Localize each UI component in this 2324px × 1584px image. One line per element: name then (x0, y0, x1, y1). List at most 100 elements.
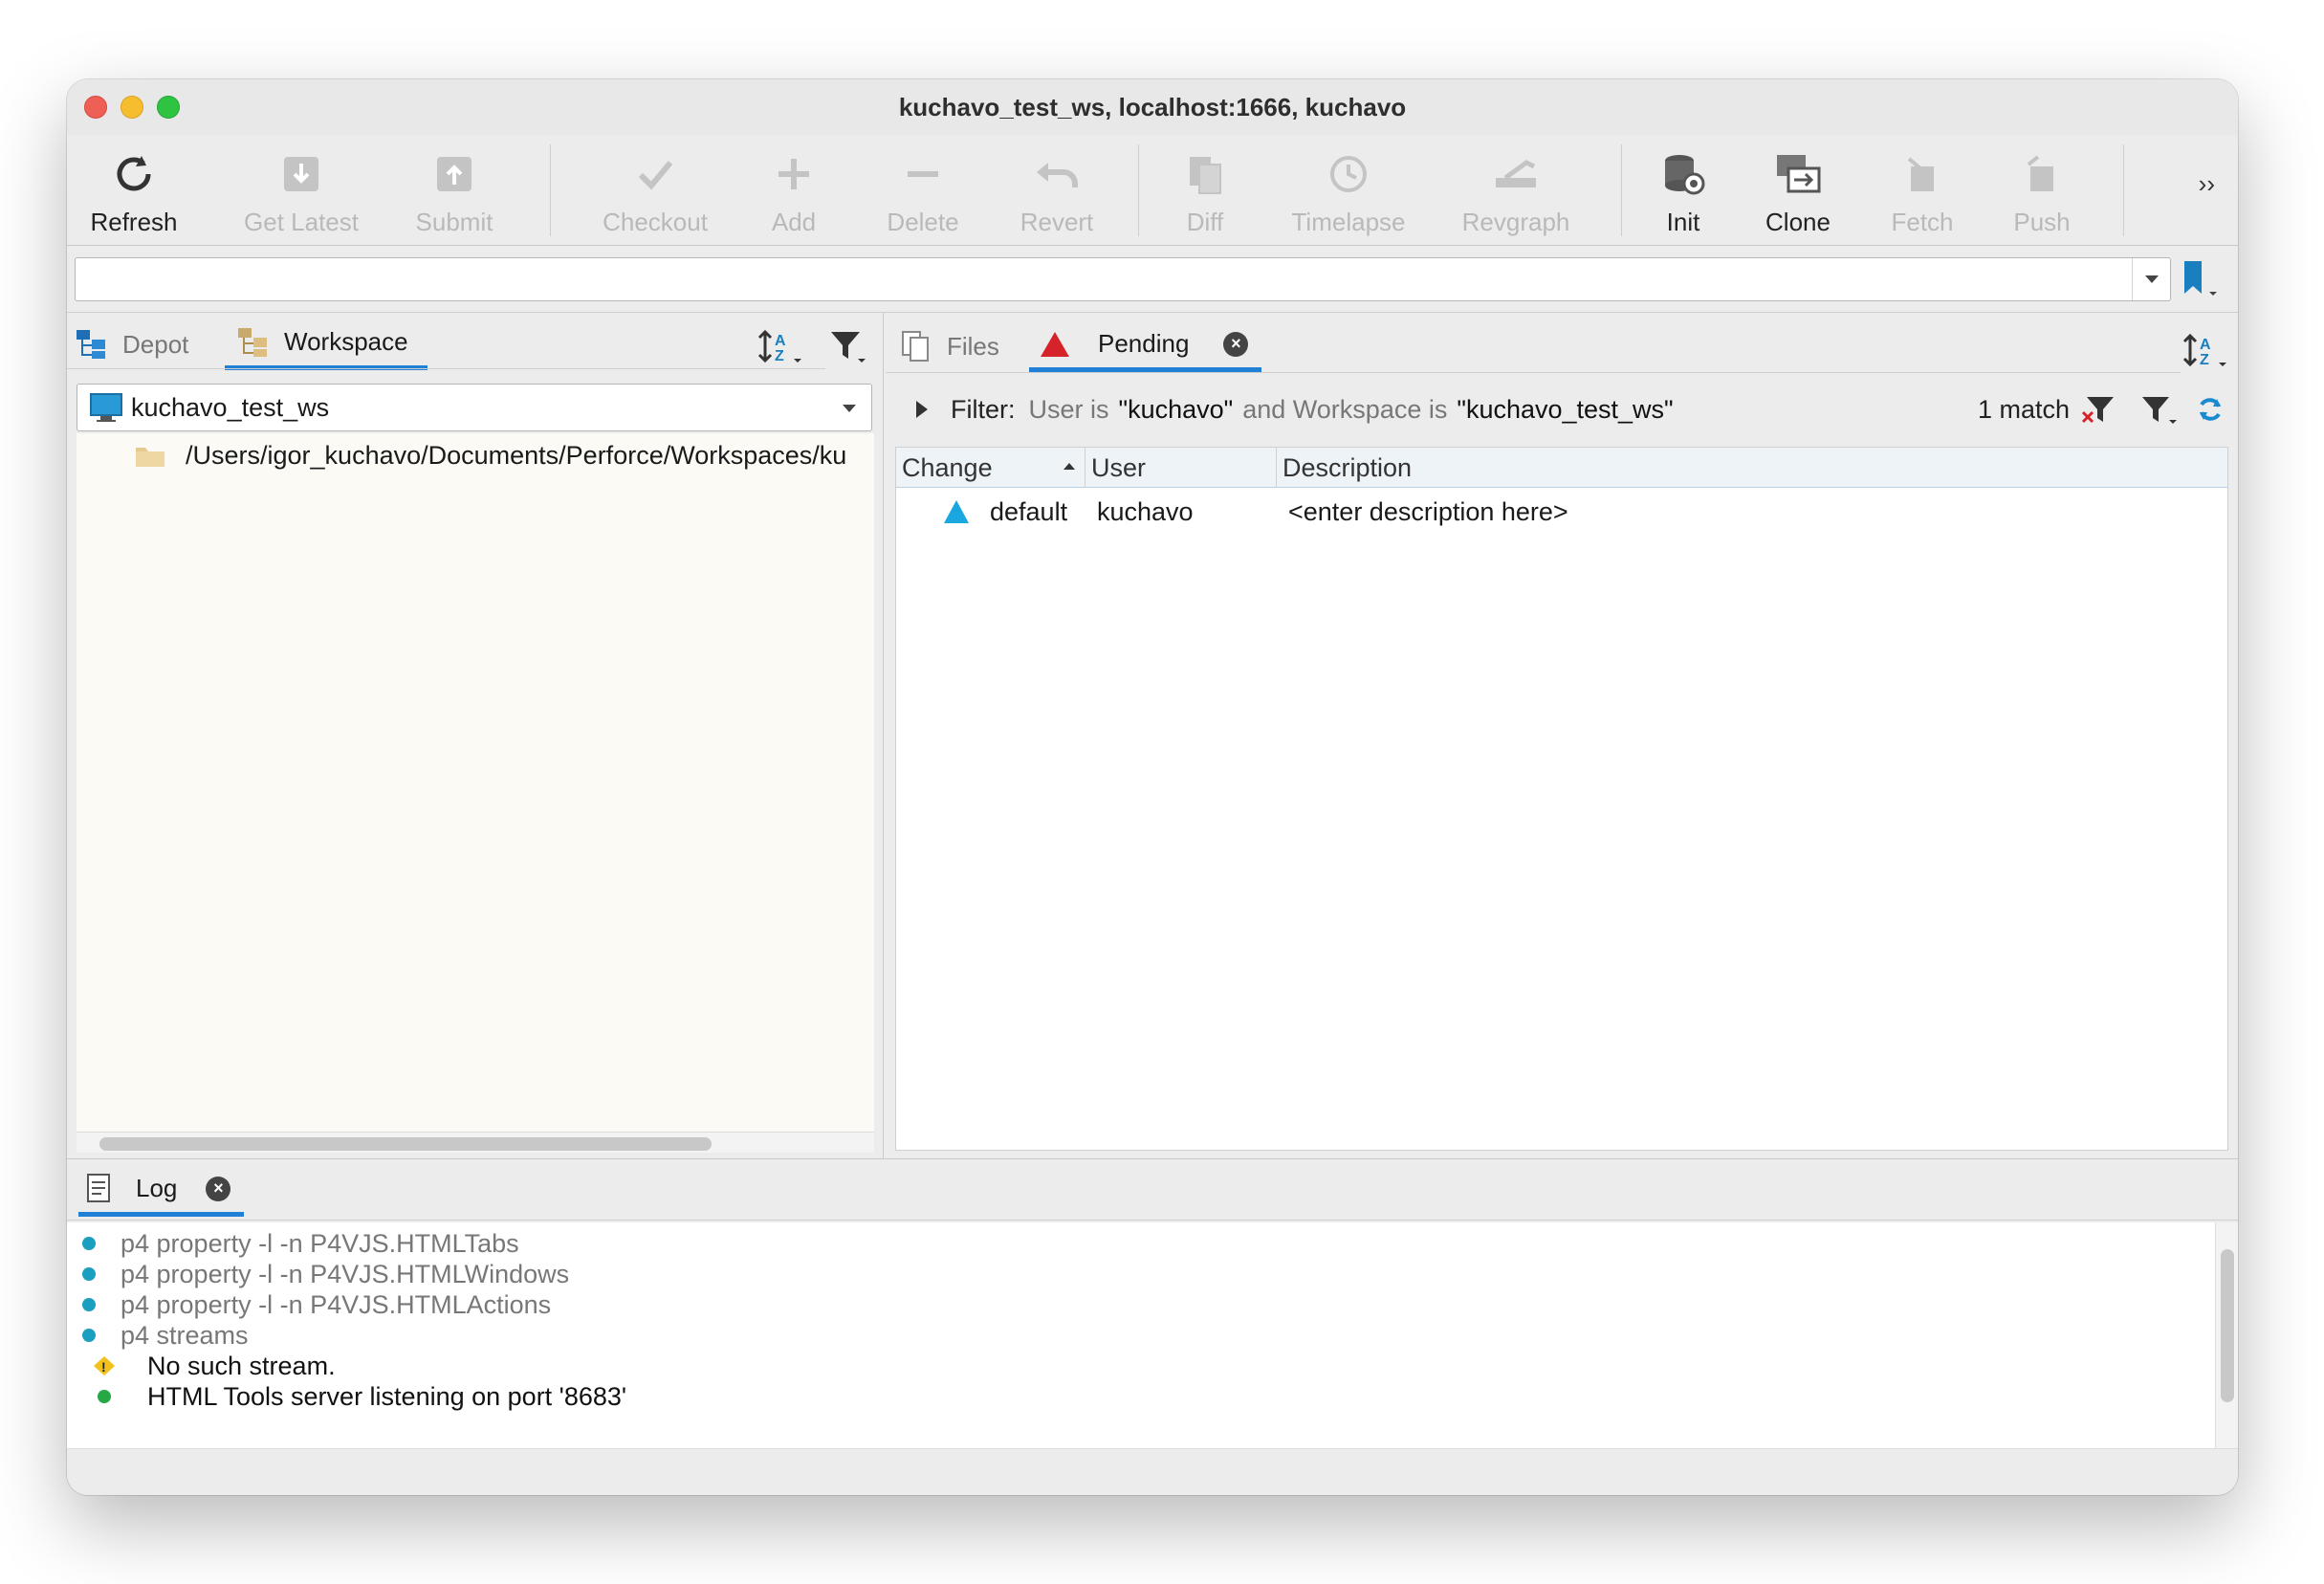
sort-ascending-icon (1063, 463, 1075, 470)
toolbar-separator (550, 144, 551, 236)
path-bar (67, 246, 2238, 313)
filter-button[interactable] (827, 328, 869, 366)
checkmark-icon (628, 144, 682, 204)
title-bar: kuchavo_test_ws, localhost:1666, kuchavo (67, 79, 2238, 135)
init-button[interactable]: Init (1645, 135, 1721, 246)
pending-changelists-table: Change User Description default kuchavo … (895, 447, 2228, 1151)
log-tab-bar: Log × (67, 1159, 2238, 1221)
svg-text:!: ! (101, 1359, 106, 1375)
push-button[interactable]: Push (1994, 135, 2090, 246)
timelapse-button[interactable]: Timelapse (1277, 135, 1420, 246)
svg-text:A: A (2200, 337, 2211, 353)
log-output: p4 property -l -n P4VJS.HTMLTabs p4 prop… (67, 1222, 2215, 1448)
path-dropdown-button[interactable] (2132, 258, 2170, 300)
horizontal-scrollbar[interactable] (77, 1132, 874, 1153)
tab-log[interactable]: Log × (78, 1165, 245, 1217)
workspace-tree-icon (238, 327, 267, 357)
plus-icon (767, 144, 821, 204)
checkout-button[interactable]: Checkout (583, 135, 727, 246)
pending-changelist-icon (1041, 331, 1069, 357)
files-icon (902, 331, 929, 362)
bookmark-button[interactable] (2179, 259, 2221, 301)
bookmark-icon (2184, 261, 2217, 296)
revert-button[interactable]: Revert (1004, 135, 1109, 246)
info-dot-icon (82, 1267, 96, 1281)
push-icon (2015, 144, 2069, 204)
vertical-scrollbar[interactable] (2215, 1222, 2238, 1448)
log-document-icon (87, 1173, 110, 1202)
refresh-button[interactable]: Refresh (77, 135, 191, 246)
match-count: 1 match (1977, 394, 2070, 424)
table-header: Change User Description (896, 448, 2227, 488)
submit-button[interactable]: Submit (392, 135, 516, 246)
path-input[interactable] (75, 257, 2171, 301)
delete-button[interactable]: Delete (870, 135, 976, 246)
column-user[interactable]: User (1085, 448, 1277, 488)
log-line: p4 property -l -n P4VJS.HTMLTabs (67, 1228, 519, 1259)
svg-text:Z: Z (2200, 352, 2209, 368)
left-tab-bar: Depot Workspace AZ (67, 313, 883, 372)
main-toolbar: Refresh Get Latest Submit Checkout Add D… (67, 135, 2238, 246)
close-tab-icon[interactable]: × (1223, 331, 1249, 357)
toolbar-separator (2123, 144, 2124, 236)
scroll-thumb[interactable] (99, 1137, 712, 1151)
svg-text:Z: Z (775, 348, 784, 364)
scroll-thumb[interactable] (2221, 1249, 2234, 1402)
toolbar-separator (1138, 144, 1139, 236)
submit-icon (428, 144, 481, 204)
minus-icon (896, 144, 950, 204)
expand-triangle-icon[interactable] (914, 399, 930, 420)
right-pane: Files Pending × AZ Filter: User is "kuch… (886, 313, 2238, 1158)
svg-text:A: A (775, 333, 786, 349)
funnel-icon[interactable] (2140, 393, 2179, 426)
diff-icon (1178, 144, 1232, 204)
revgraph-icon (1489, 144, 1543, 204)
funnel-icon (831, 332, 866, 363)
left-pane: Depot Workspace AZ kuchavo_test_ws /User… (67, 313, 884, 1158)
filter-bar: Filter: User is "kuchavo" and Workspace … (886, 380, 2238, 439)
tree-item-label: /Users/igor_kuchavo/Documents/Perforce/W… (186, 441, 847, 470)
tab-depot[interactable]: Depot (75, 319, 188, 370)
fetch-button[interactable]: Fetch (1870, 135, 1975, 246)
tab-pending[interactable]: Pending × (1029, 320, 1262, 372)
toolbar-overflow-button[interactable]: ›› (2199, 169, 2215, 199)
toolbar-separator (1621, 144, 1622, 236)
add-button[interactable]: Add (751, 135, 837, 246)
clear-filter-icon[interactable] (2081, 393, 2117, 426)
get-latest-button[interactable]: Get Latest (230, 135, 373, 246)
info-dot-icon (82, 1298, 96, 1311)
log-line: HTML Tools server listening on port '868… (67, 1381, 626, 1412)
get-latest-icon (274, 144, 328, 204)
diff-button[interactable]: Diff (1167, 135, 1243, 246)
tab-workspace[interactable]: Workspace (225, 319, 428, 370)
workspace-select[interactable]: kuchavo_test_ws (77, 384, 872, 431)
tree-item[interactable]: /Users/igor_kuchavo/Documents/Perforce/W… (134, 441, 846, 471)
column-change[interactable]: Change (896, 448, 1085, 488)
workspace-select-value: kuchavo_test_ws (131, 392, 330, 422)
revgraph-button[interactable]: Revgraph (1449, 135, 1583, 246)
tab-files[interactable]: Files (899, 320, 999, 372)
sort-button[interactable]: AZ (2182, 332, 2230, 370)
success-dot-icon (98, 1390, 111, 1403)
table-row[interactable]: default kuchavo <enter description here> (896, 490, 2227, 534)
log-line: p4 property -l -n P4VJS.HTMLWindows (67, 1259, 569, 1289)
database-icon (1656, 144, 1710, 204)
refresh-filter-icon[interactable] (2196, 395, 2225, 424)
info-dot-icon (82, 1329, 96, 1342)
status-bar (67, 1448, 2238, 1495)
workspace-tree: /Users/igor_kuchavo/Documents/Perforce/W… (77, 433, 874, 1132)
chevron-down-icon (2144, 275, 2159, 283)
close-tab-icon[interactable]: × (206, 1176, 231, 1201)
folder-icon (136, 447, 164, 467)
refresh-icon (107, 144, 161, 204)
app-window: kuchavo_test_ws, localhost:1666, kuchavo… (67, 79, 2238, 1495)
filter-label: Filter: (951, 394, 1016, 424)
clone-button[interactable]: Clone (1745, 135, 1851, 246)
pending-changelist-icon (944, 500, 969, 523)
log-line: ! No such stream. (67, 1351, 336, 1381)
fetch-icon (1896, 144, 1949, 204)
clone-icon (1771, 144, 1825, 204)
sort-az-icon: AZ (2182, 333, 2226, 368)
sort-button[interactable]: AZ (757, 328, 805, 366)
column-description[interactable]: Description (1277, 448, 2227, 488)
